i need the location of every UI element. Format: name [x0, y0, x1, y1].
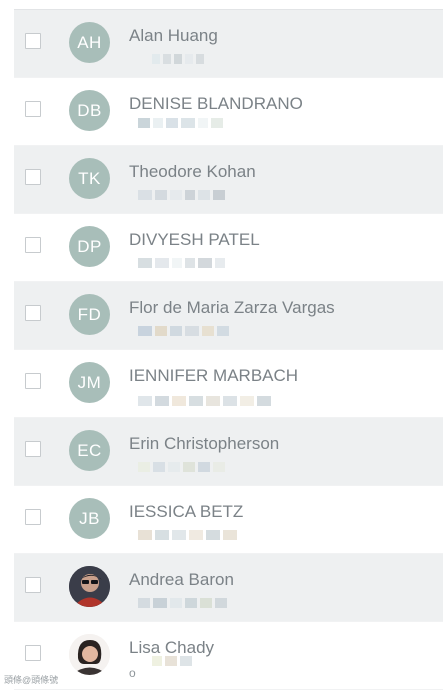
contact-row[interactable]: EC Erin Christopherson	[14, 418, 443, 486]
select-checkbox[interactable]	[25, 305, 41, 321]
contact-row[interactable]: DP DIVYESH PATEL	[14, 214, 443, 282]
redacted-detail	[138, 396, 271, 406]
select-checkbox[interactable]	[25, 237, 41, 253]
contact-name[interactable]: Andrea Baron	[129, 570, 234, 590]
avatar: DB	[69, 90, 110, 131]
contact-name[interactable]: IESSICA BETZ	[129, 502, 243, 522]
select-checkbox[interactable]	[25, 169, 41, 185]
contact-list: AH Alan Huang DB DENISE BLANDRANO TK The…	[14, 9, 443, 690]
contact-name[interactable]: IENNIFER MARBACH	[129, 366, 298, 386]
watermark: 頭條@頭條號	[4, 675, 59, 685]
person-photo-avatar	[69, 566, 110, 607]
contact-row[interactable]: AH Alan Huang	[14, 10, 443, 78]
contact-detail: o	[129, 666, 136, 680]
contact-name[interactable]: Alan Huang	[129, 26, 218, 46]
contact-row[interactable]: FD Flor de Maria Zarza Vargas	[14, 282, 443, 350]
contact-row[interactable]: Andrea Baron	[14, 554, 443, 622]
select-checkbox[interactable]	[25, 373, 41, 389]
person-photo-icon	[69, 634, 110, 675]
avatar: JB	[69, 498, 110, 539]
redacted-detail	[138, 258, 225, 268]
redacted-detail	[138, 530, 237, 540]
redacted-detail	[138, 118, 223, 128]
redacted-detail	[138, 190, 225, 200]
select-checkbox[interactable]	[25, 441, 41, 457]
contact-name[interactable]: DIVYESH PATEL	[129, 230, 260, 250]
person-photo-icon	[69, 566, 110, 607]
contact-name[interactable]: Erin Christopherson	[129, 434, 279, 454]
avatar: JM	[69, 362, 110, 403]
contact-row[interactable]: Lisa Chady o	[14, 622, 443, 690]
avatar: EC	[69, 430, 110, 471]
contact-name[interactable]: Theodore Kohan	[129, 162, 256, 182]
redacted-detail	[138, 462, 225, 472]
contact-name[interactable]: DENISE BLANDRANO	[129, 94, 303, 114]
redacted-detail	[152, 54, 204, 64]
contact-row[interactable]: DB DENISE BLANDRANO	[14, 78, 443, 146]
avatar: AH	[69, 22, 110, 63]
avatar: FD	[69, 294, 110, 335]
contact-name[interactable]: Lisa Chady	[129, 638, 214, 658]
avatar: TK	[69, 158, 110, 199]
select-checkbox[interactable]	[25, 509, 41, 525]
contact-row[interactable]: TK Theodore Kohan	[14, 146, 443, 214]
contact-row[interactable]: JB IESSICA BETZ	[14, 486, 443, 554]
redacted-detail	[138, 598, 227, 608]
contact-row[interactable]: JM IENNIFER MARBACH	[14, 350, 443, 418]
redacted-detail	[138, 326, 229, 336]
redacted-detail	[152, 656, 192, 666]
select-checkbox[interactable]	[25, 33, 41, 49]
select-checkbox[interactable]	[25, 577, 41, 593]
contact-name[interactable]: Flor de Maria Zarza Vargas	[129, 298, 335, 318]
avatar: DP	[69, 226, 110, 267]
select-checkbox[interactable]	[25, 101, 41, 117]
select-checkbox[interactable]	[25, 645, 41, 661]
person-photo-avatar	[69, 634, 110, 675]
